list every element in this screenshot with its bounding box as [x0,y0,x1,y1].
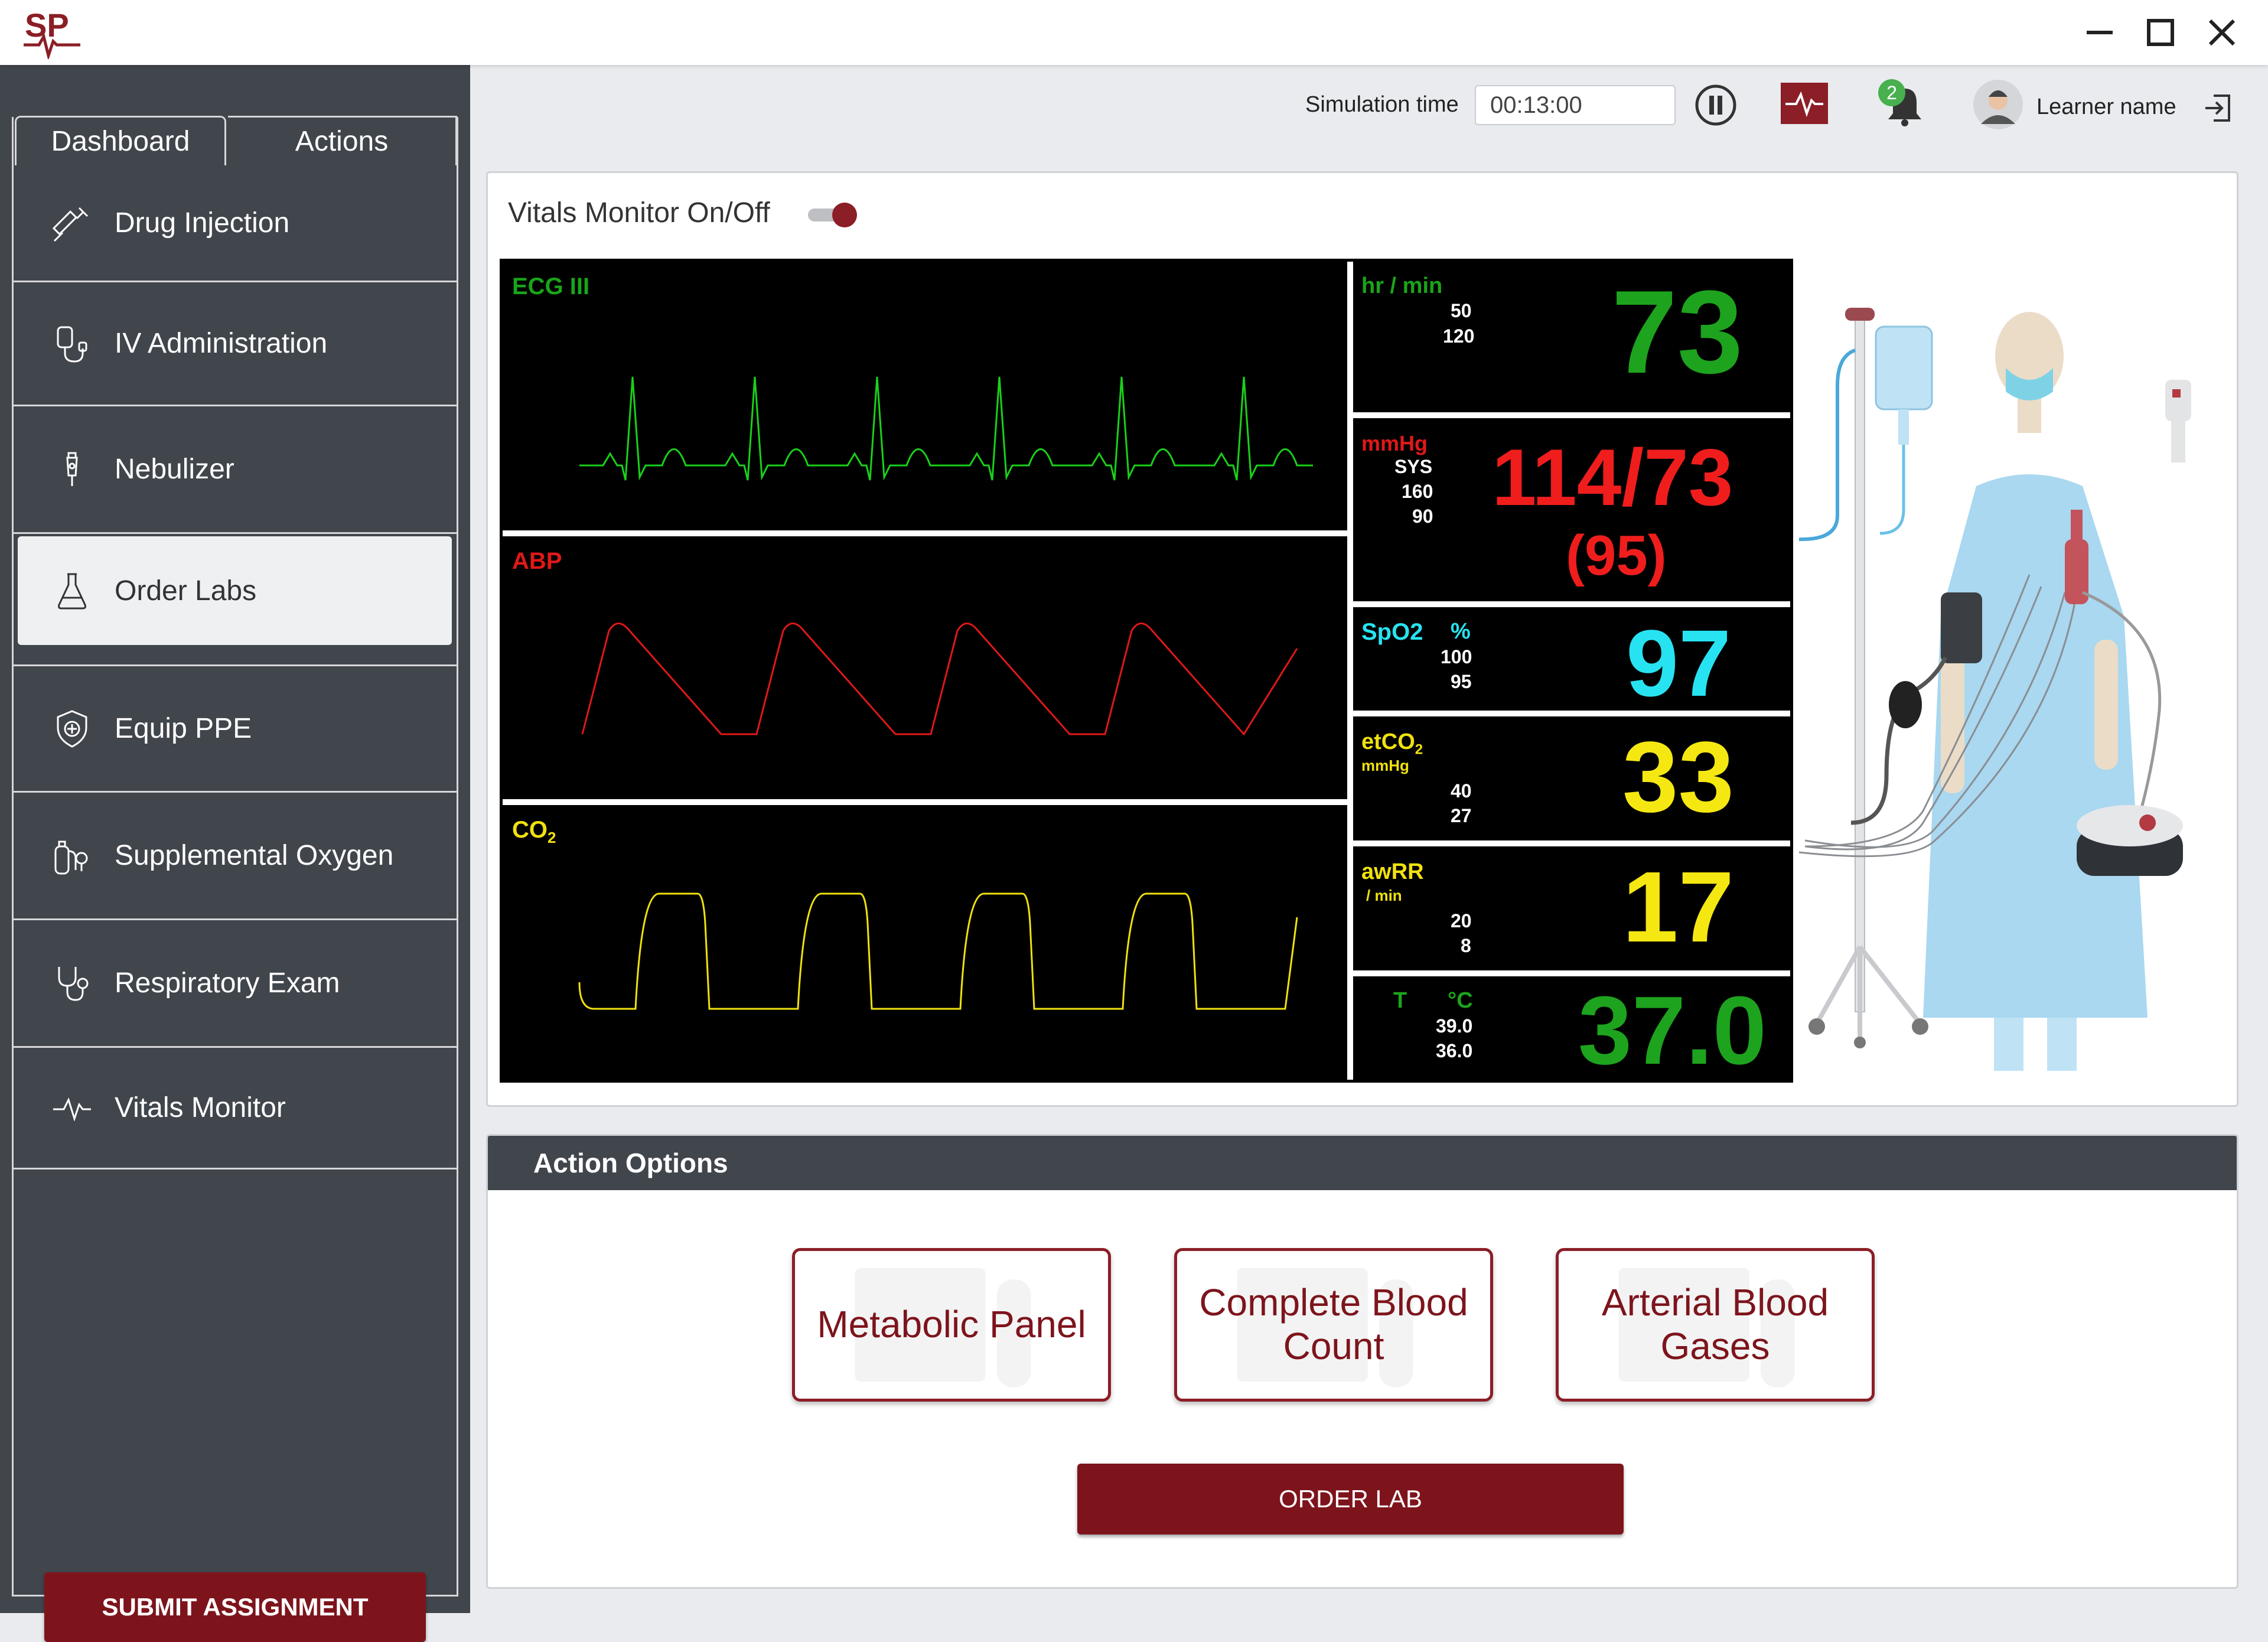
bp-box: mmHg SYS 160 90 114/73 (95) [1353,418,1790,601]
co2-waveform [578,892,1298,1010]
awrr-high: 20 [1451,910,1472,931]
bp-value: 114/73 [1492,432,1733,522]
spo2-low: 95 [1451,671,1472,692]
pause-icon[interactable] [1692,82,1739,129]
spo2-box: SpO2 % 100 95 97 [1353,607,1790,711]
etco2-value: 33 [1622,721,1734,833]
simulation-time-label: Simulation time [1305,92,1459,117]
heartbeat-icon [53,1097,91,1122]
sidebar-item-respiratory-exam[interactable]: Respiratory Exam [13,920,457,1048]
sidebar-item-order-labs[interactable]: Order Labs [18,536,452,645]
sidebar-item-vitals-monitor[interactable]: Vitals Monitor [13,1048,457,1169]
abp-wave-panel: ABP [503,536,1347,799]
metabolic-panel-card[interactable]: Metabolic Panel [792,1248,1111,1402]
sidebar-item-iv-administration[interactable]: IV Administration [13,282,457,406]
sidebar-item-equip-ppe[interactable]: Equip PPE [13,666,457,793]
maximize-icon[interactable] [2143,15,2178,50]
sidebar-item-drug-injection[interactable]: Drug Injection [13,165,457,282]
etco2-box: etCO2 mmHg 40 27 33 [1353,716,1790,840]
iv-bag-icon [57,326,87,363]
co2-wave-panel: CO2 [503,805,1347,1080]
bp-unit: mmHg [1361,431,1428,455]
notification-badge: 2 [1878,79,1905,106]
stethoscope-icon [58,966,89,1001]
etco2-unit: mmHg [1361,757,1409,774]
bp-mean: (95) [1566,524,1667,587]
syringe-icon [52,207,89,242]
bp-low: 90 [1412,506,1433,527]
complete-blood-count-card[interactable]: Complete Blood Count [1174,1248,1493,1402]
spo2-unit: % [1451,619,1471,644]
sidebar-item-label: Drug Injection [115,207,290,239]
bp-sub: SYS [1394,456,1433,477]
patient-illustration [1799,308,2191,1071]
abp-waveform [581,623,1298,736]
awrr-box: awRR / min 20 8 17 [1353,846,1790,970]
minimize-icon[interactable] [2082,15,2117,50]
sidebar-item-label: Order Labs [115,575,257,607]
bp-high: 160 [1402,481,1433,502]
user-name: Learner name [2036,95,2176,119]
arterial-blood-gases-card[interactable]: Arterial Blood Gases [1556,1248,1875,1402]
awrr-label: awRR [1361,859,1424,884]
etco2-high: 40 [1451,780,1472,802]
spo2-value: 97 [1626,610,1731,716]
action-options-panel: Action Options Metabolic Panel Complete … [486,1134,2238,1589]
hr-high: 120 [1443,325,1475,347]
vitals-toggle[interactable] [806,201,861,229]
tab-actions[interactable]: Actions [228,116,457,165]
sidebar-item-label: IV Administration [115,328,328,359]
tab-dashboard[interactable]: Dashboard [15,116,226,165]
spo2-high: 100 [1441,646,1472,667]
logout-icon[interactable] [2202,92,2234,124]
temp-box: T °C 39.0 36.0 37.0 [1353,976,1790,1080]
temp-high: 39.0 [1436,1015,1473,1037]
shield-icon [57,709,87,748]
app-logo: SP [24,6,80,59]
hr-low: 50 [1451,300,1472,321]
temp-low: 36.0 [1436,1040,1473,1061]
oxygen-tank-icon [54,840,88,874]
temp-unit: °C [1448,988,1473,1013]
awrr-low: 8 [1461,935,1471,956]
spo2-label: SpO2 [1361,619,1423,645]
sidebar-item-label: Supplemental Oxygen [115,840,394,871]
arterial-blood-gases-label: Arterial Blood Gases [1601,1281,1829,1367]
etco2-low: 27 [1451,805,1472,826]
order-lab-button[interactable]: ORDER LAB [1077,1464,1624,1535]
awrr-value: 17 [1622,851,1734,963]
metabolic-panel-label: Metabolic Panel [817,1303,1086,1346]
complete-blood-count-label: Complete Blood Count [1199,1281,1468,1367]
sidebar-item-label: Vitals Monitor [115,1092,286,1123]
sidebar-item-label: Nebulizer [115,454,234,485]
ecg-wave-panel: ECG III [503,262,1347,530]
title-bar: SP [0,0,2268,65]
vitals-toggle-label: Vitals Monitor On/Off [508,197,770,229]
svg-text:SP: SP [25,6,69,44]
sidebar-item-supplemental-oxygen[interactable]: Supplemental Oxygen [13,793,457,920]
simulation-time-field: 00:13:00 [1475,85,1676,125]
vitals-monitor-screen: ECG III ABP CO2 hr / min 50 120 73 mmHg … [500,259,1793,1083]
etco2-label: etCO2 [1361,729,1423,758]
nebulizer-icon [66,452,78,486]
ecg-waveform [579,376,1313,481]
sidebar-item-label: Respiratory Exam [115,967,340,999]
submit-assignment-button[interactable]: SUBMIT ASSIGNMENT [44,1572,426,1642]
awrr-unit: / min [1366,887,1402,904]
sidebar-item-nebulizer[interactable]: Nebulizer [13,406,457,534]
hr-box: hr / min 50 120 73 [1353,262,1790,412]
sidebar-item-label: Equip PPE [115,713,252,744]
sidebar: Dashboard Actions Drug Injection IV Admi… [0,65,470,1642]
temp-label: T [1393,988,1407,1013]
action-options-header: Action Options [488,1136,2237,1190]
close-icon[interactable] [2204,15,2240,50]
hr-value: 73 [1611,266,1743,398]
vitals-monitor-icon[interactable] [1781,83,1828,124]
hr-unit: hr / min [1361,273,1443,298]
flask-icon [58,573,86,610]
vitals-panel: Vitals Monitor On/Off ECG III ABP CO2 hr… [486,171,2238,1107]
temp-value: 37.0 [1578,976,1767,1084]
avatar[interactable] [1973,79,2023,130]
